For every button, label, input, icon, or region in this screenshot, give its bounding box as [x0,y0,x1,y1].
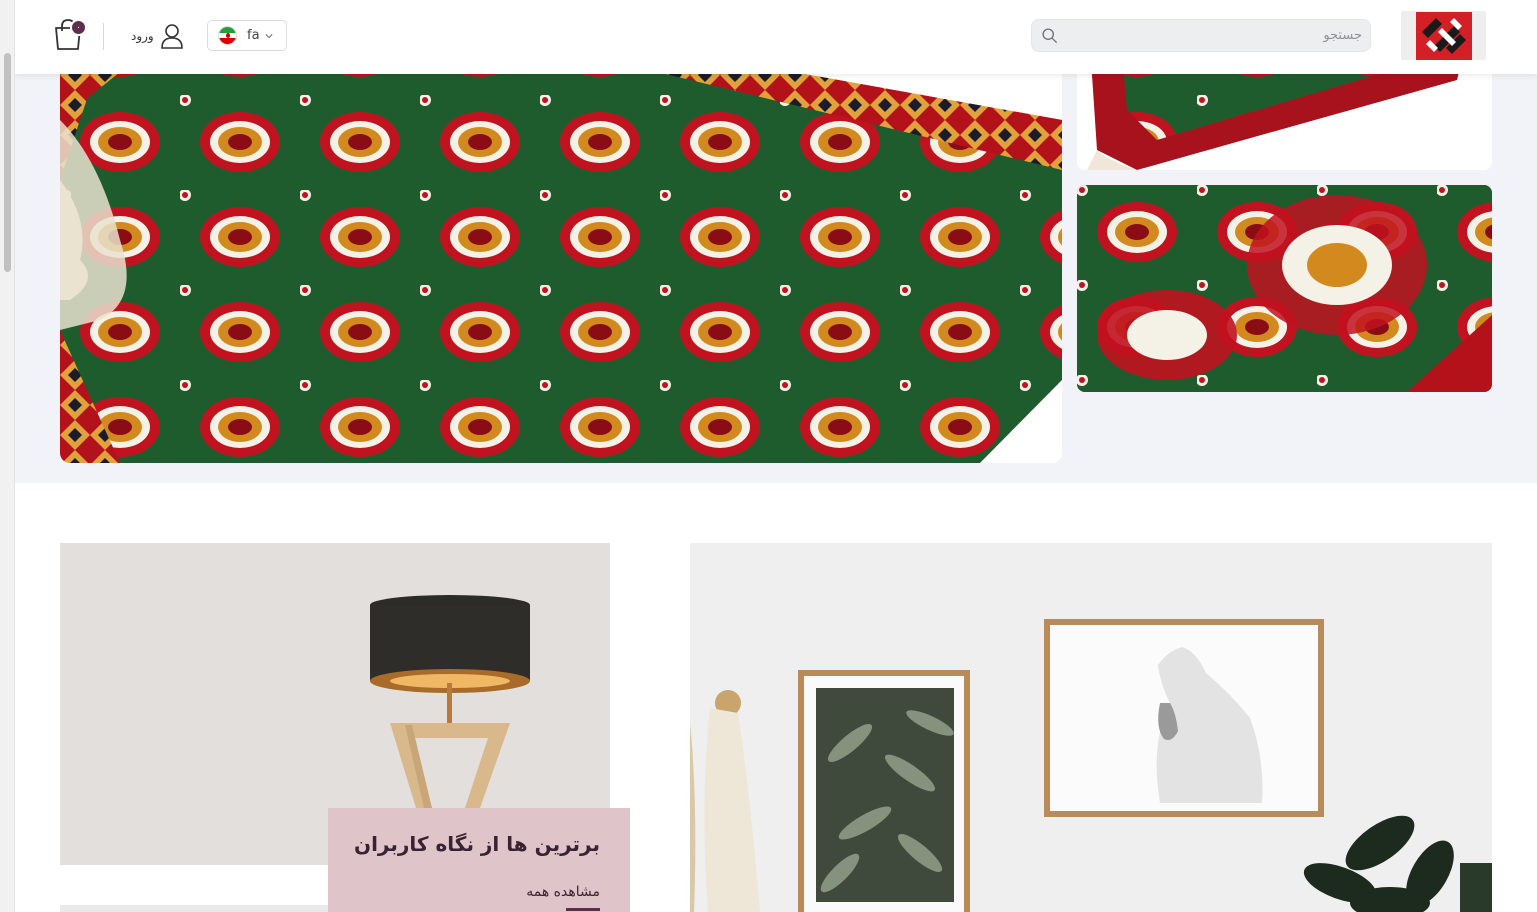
language-code: fa [247,28,260,43]
lamp-card-footer [60,905,330,912]
side-rug-image-bottom[interactable] [1077,185,1492,392]
search-icon[interactable] [1041,27,1058,44]
search-input[interactable] [1068,20,1362,51]
iran-flag-icon [218,26,237,45]
wall-art-product-image[interactable] [690,543,1492,912]
login-button[interactable]: ورود [131,21,184,51]
logo-icon [1415,11,1472,60]
search-box[interactable] [1031,19,1371,52]
header-divider [103,23,104,50]
cart-count-badge: ۰ [70,19,87,36]
view-all-underline [566,908,600,911]
view-all-link[interactable]: مشاهده همه [526,884,600,900]
site-logo[interactable] [1401,11,1486,60]
featured-title: برترین ها از نگاه کاربران [354,832,600,856]
scrollbar-thumb[interactable] [4,53,11,272]
chevron-down-icon [265,33,273,38]
user-icon [160,24,183,49]
page-scrollbar[interactable] [0,0,15,912]
site-header: fa ورود ۰ [15,0,1537,74]
login-label: ورود [131,29,154,43]
language-selector[interactable]: fa [207,20,287,51]
featured-caption: برترین ها از نگاه کاربران مشاهده همه [328,808,630,912]
